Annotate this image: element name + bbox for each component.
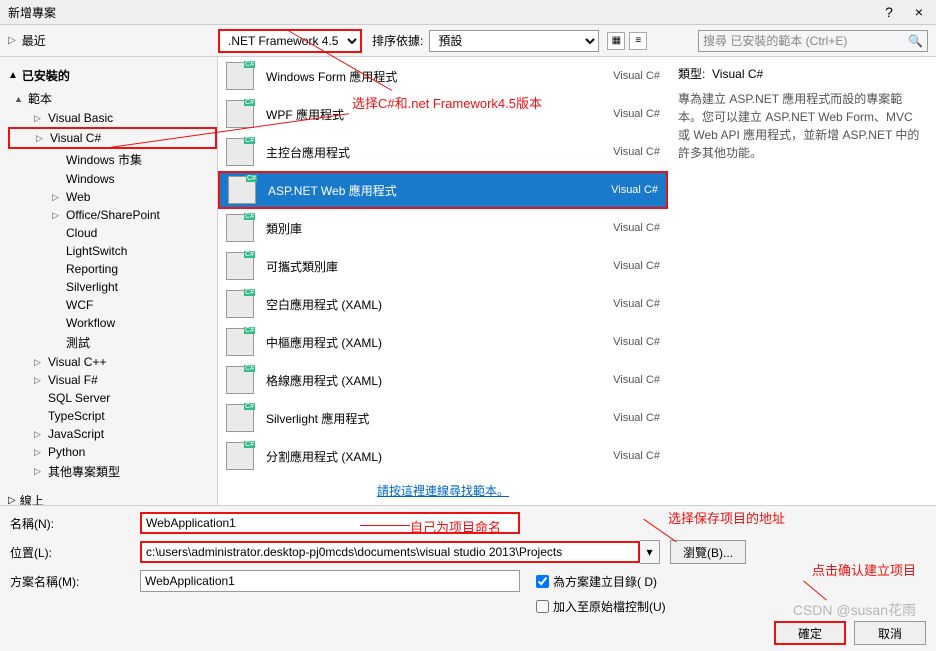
- recent-label[interactable]: 最近: [22, 32, 46, 49]
- template-item[interactable]: 類別庫Visual C#: [218, 209, 668, 247]
- template-icon: [226, 442, 254, 470]
- tree-item[interactable]: ▷Visual C#: [8, 127, 217, 149]
- template-icon: [226, 404, 254, 432]
- view-list-icon[interactable]: ≡: [629, 32, 647, 50]
- description-panel: 類型: Visual C# 專為建立 ASP.NET 應用程式而設的專案範本。您…: [668, 57, 936, 505]
- template-icon: [226, 366, 254, 394]
- tree-item[interactable]: WCF: [8, 296, 217, 314]
- template-item[interactable]: 可攜式類別庫Visual C#: [218, 247, 668, 285]
- template-icon: [226, 214, 254, 242]
- tree-item[interactable]: ▷Web: [8, 188, 217, 206]
- template-item[interactable]: Windows Form 應用程式Visual C#: [218, 57, 668, 95]
- tree-item[interactable]: ▷Python: [8, 443, 217, 461]
- template-icon: [226, 252, 254, 280]
- sort-label: 排序依據:: [372, 32, 423, 49]
- tree-item[interactable]: TypeScript: [8, 407, 217, 425]
- search-input[interactable]: 搜尋 已安裝的範本 (Ctrl+E) 🔍: [698, 30, 928, 52]
- tree-item[interactable]: LightSwitch: [8, 242, 217, 260]
- tree-item[interactable]: ▷Visual Basic: [8, 109, 217, 127]
- template-item[interactable]: 格線應用程式 (XAML)Visual C#: [218, 361, 668, 399]
- toolbar: ▷ 最近 .NET Framework 4.5 排序依據: 預設 ▦ ≡ 搜尋 …: [0, 25, 936, 57]
- tree-item[interactable]: Windows 市集: [8, 149, 217, 170]
- bottom-form: 名稱(N): 位置(L): ▾ 瀏覽(B)... 方案名稱(M): 為方案建立目…: [0, 505, 936, 651]
- template-item[interactable]: 分割應用程式 (XAML)Visual C#: [218, 437, 668, 475]
- tree-item[interactable]: ▷其他專案類型: [8, 461, 217, 482]
- tree-item[interactable]: Workflow: [8, 314, 217, 332]
- installed-header[interactable]: 已安裝的: [22, 67, 70, 84]
- expand-icon[interactable]: ▷: [8, 35, 16, 46]
- template-icon: [226, 138, 254, 166]
- template-list: Windows Form 應用程式Visual C#WPF 應用程式Visual…: [218, 57, 668, 476]
- ok-button[interactable]: 確定: [774, 621, 846, 645]
- tree-item[interactable]: Cloud: [8, 224, 217, 242]
- location-dropdown-icon[interactable]: ▾: [640, 540, 660, 564]
- template-icon: [226, 290, 254, 318]
- browse-button[interactable]: 瀏覽(B)...: [670, 540, 746, 564]
- framework-dropdown[interactable]: .NET Framework 4.5: [218, 29, 362, 53]
- template-icon: [226, 100, 254, 128]
- close-button[interactable]: ×: [910, 4, 928, 20]
- solution-label: 方案名稱(M):: [10, 573, 140, 590]
- template-item[interactable]: 空白應用程式 (XAML)Visual C#: [218, 285, 668, 323]
- template-icon: [228, 176, 256, 204]
- create-dir-checkbox[interactable]: [536, 575, 549, 588]
- window-title: 新增專案: [8, 4, 880, 21]
- online-header[interactable]: 線上: [20, 492, 44, 505]
- template-icon: [226, 328, 254, 356]
- tree-item[interactable]: Windows: [8, 170, 217, 188]
- location-field[interactable]: [140, 541, 640, 563]
- tree-item[interactable]: Silverlight: [8, 278, 217, 296]
- tree-item[interactable]: Reporting: [8, 260, 217, 278]
- templates-header[interactable]: 範本: [28, 90, 52, 107]
- category-tree: ▲已安裝的 ▲範本 ▷Visual Basic▷Visual C#Windows…: [0, 57, 218, 505]
- view-large-icon[interactable]: ▦: [607, 32, 625, 50]
- tree-item[interactable]: 測試: [8, 332, 217, 353]
- template-icon: [226, 62, 254, 90]
- name-label: 名稱(N):: [10, 515, 140, 532]
- help-button[interactable]: ?: [880, 4, 898, 20]
- sort-dropdown[interactable]: 預設: [429, 30, 599, 52]
- name-field[interactable]: [140, 512, 520, 534]
- titlebar: 新增專案 ? ×: [0, 0, 936, 25]
- search-icon: 🔍: [908, 34, 923, 48]
- tree-item[interactable]: SQL Server: [8, 389, 217, 407]
- tree-item[interactable]: ▷Visual F#: [8, 371, 217, 389]
- tree-item[interactable]: ▷JavaScript: [8, 425, 217, 443]
- tree-item[interactable]: ▷Office/SharePoint: [8, 206, 217, 224]
- template-item[interactable]: 中樞應用程式 (XAML)Visual C#: [218, 323, 668, 361]
- solution-field[interactable]: [140, 570, 520, 592]
- go-online-link[interactable]: 請按這裡連線尋找範本。: [218, 476, 668, 505]
- template-item[interactable]: 主控台應用程式Visual C#: [218, 133, 668, 171]
- template-item[interactable]: Silverlight 應用程式Visual C#: [218, 399, 668, 437]
- tree-item[interactable]: ▷Visual C++: [8, 353, 217, 371]
- template-item[interactable]: ASP.NET Web 應用程式Visual C#: [218, 171, 668, 209]
- source-control-checkbox[interactable]: [536, 600, 549, 613]
- location-label: 位置(L):: [10, 544, 140, 561]
- template-item[interactable]: WPF 應用程式Visual C#: [218, 95, 668, 133]
- cancel-button[interactable]: 取消: [854, 621, 926, 645]
